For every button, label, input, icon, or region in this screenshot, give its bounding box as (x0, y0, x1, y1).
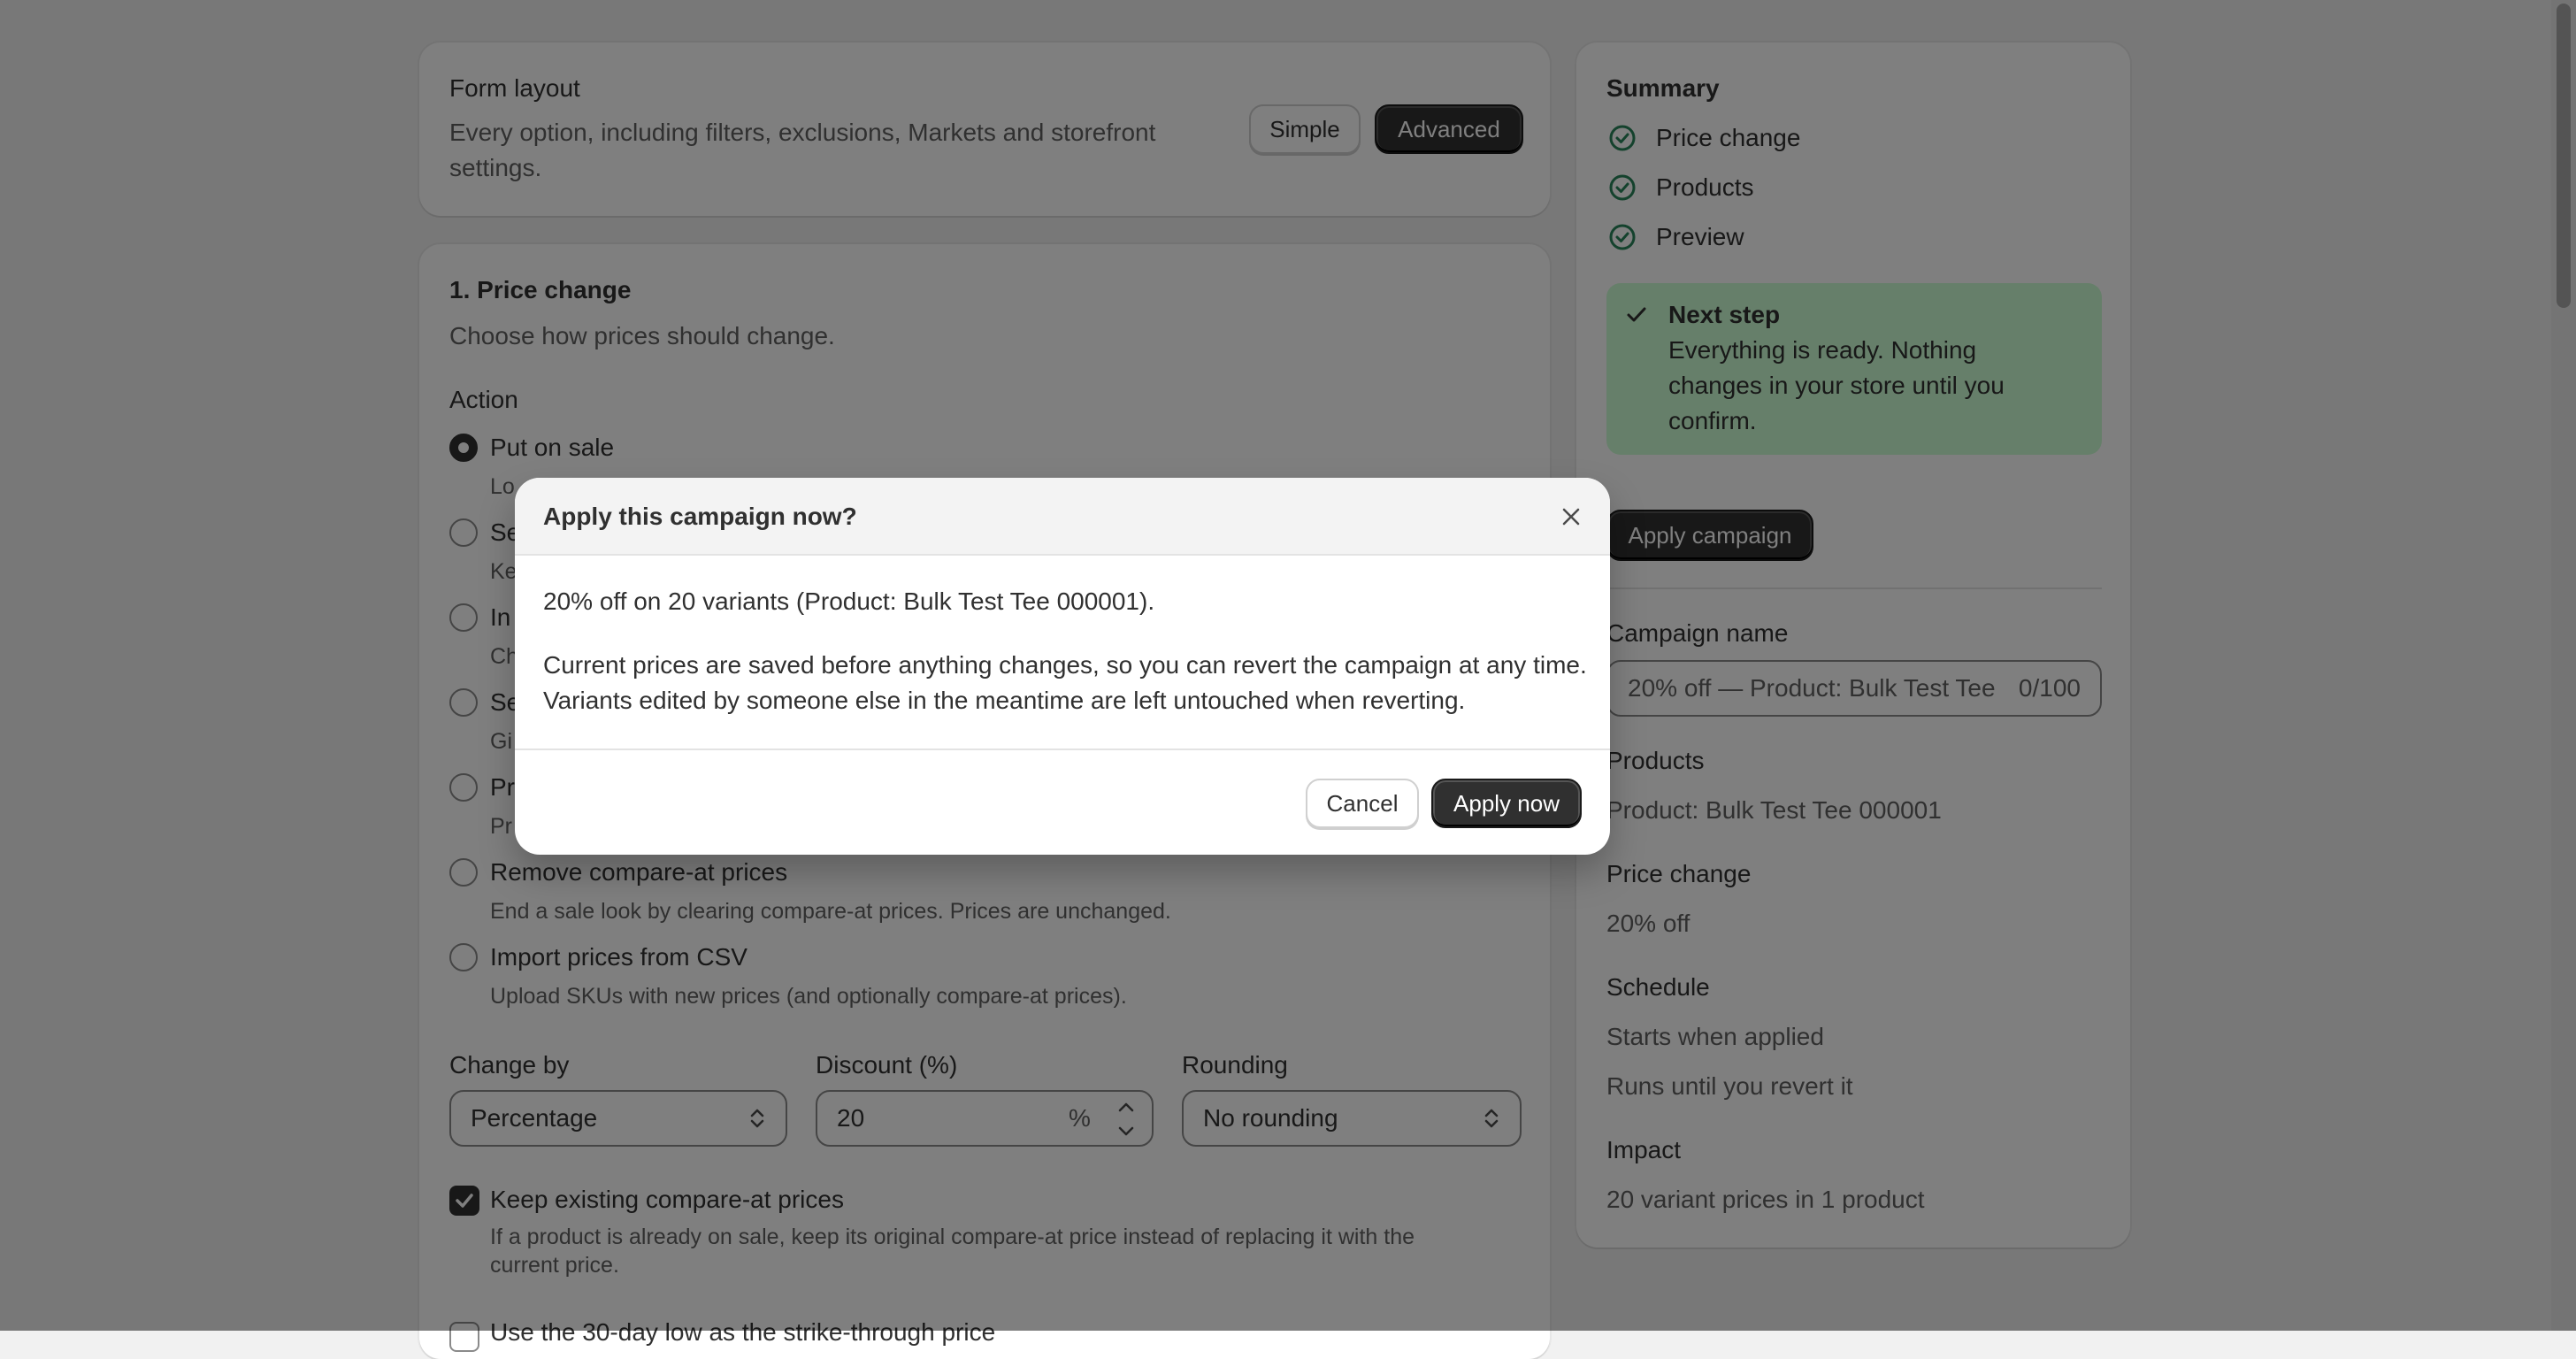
modal-revert-info: Current prices are saved before anything… (543, 651, 1587, 679)
modal-edited-info: Variants edited by someone else in the m… (543, 687, 1466, 714)
cancel-button[interactable]: Cancel (1306, 779, 1419, 828)
modal-summary-line: 20% off on 20 variants (Product: Bulk Te… (543, 587, 1155, 615)
apply-campaign-modal: Apply this campaign now? 20% off on 20 v… (515, 478, 1610, 855)
modal-title: Apply this campaign now? (543, 503, 857, 530)
apply-now-button[interactable]: Apply now (1431, 779, 1582, 828)
close-icon[interactable] (1557, 503, 1585, 531)
modal-divider (515, 749, 1610, 750)
modal-header: Apply this campaign now? (515, 478, 1610, 556)
